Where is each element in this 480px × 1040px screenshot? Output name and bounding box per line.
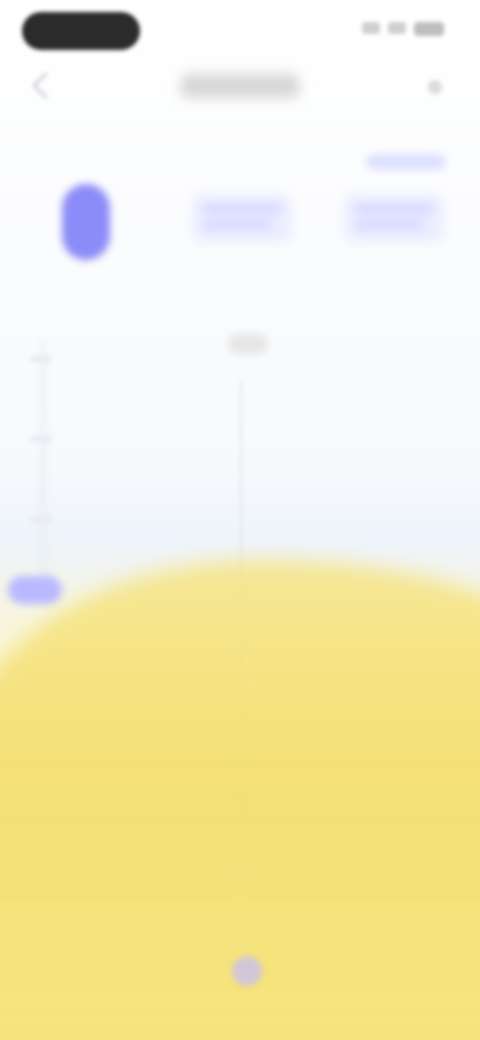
top-link[interactable] — [366, 154, 446, 170]
back-icon[interactable] — [32, 72, 59, 99]
screen — [0, 0, 480, 1040]
status-icons — [362, 22, 444, 36]
step-card-2-line-1 — [354, 204, 434, 214]
step-card-1-line-2 — [202, 220, 272, 230]
battery-icon — [414, 22, 444, 36]
step-card-1-line-1 — [202, 204, 282, 214]
bottom-knob[interactable] — [232, 956, 262, 986]
rail-mark — [30, 516, 52, 522]
step-card-2[interactable] — [344, 194, 444, 242]
step-card-1[interactable] — [192, 194, 292, 242]
page-title — [180, 74, 300, 98]
left-rail — [40, 340, 46, 580]
signal-icon — [362, 22, 380, 34]
more-icon[interactable] — [428, 80, 442, 94]
rail-mark — [30, 356, 52, 362]
step-card-2-line-2 — [354, 220, 424, 230]
center-label — [228, 334, 268, 354]
status-time-pill — [22, 12, 140, 50]
left-blob[interactable] — [8, 576, 62, 604]
wifi-icon — [388, 22, 406, 34]
rail-mark — [30, 436, 52, 442]
step-icon — [62, 184, 110, 260]
